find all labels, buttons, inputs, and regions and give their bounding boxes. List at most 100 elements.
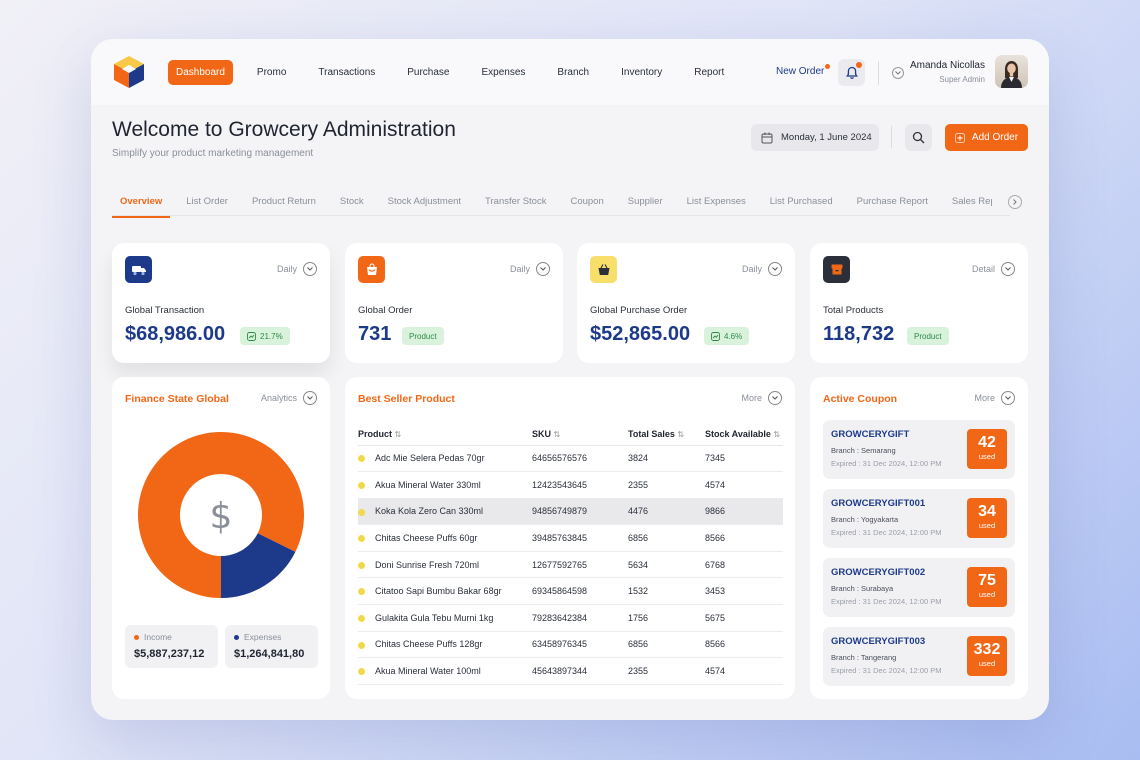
table-row[interactable]: Adc Mie Selera Pedas 70gr 64656576576 3824… [358, 445, 783, 473]
column-header-sku[interactable]: SKU ⇅ [532, 423, 628, 446]
badge-label: Product [409, 331, 437, 341]
table-row[interactable]: Citatoo Sapi Bumbu Bakar 68gr 69345864598… [358, 577, 783, 606]
notifications-button[interactable] [838, 59, 865, 86]
coupon-card[interactable]: GROWCERYGIFT003 Branch : Tangerang Expir… [823, 627, 1015, 686]
more-button[interactable]: More [741, 391, 782, 405]
nav-purchase[interactable]: Purchase [399, 60, 457, 85]
tab-overview[interactable]: Overview [112, 194, 171, 218]
nav-branch[interactable]: Branch [549, 60, 597, 85]
coupon-used-label: used [978, 452, 996, 461]
table-row[interactable]: Chitas Cheese Puffs 128gr 63458976345 6856… [358, 631, 783, 659]
table-row[interactable]: Akua Mineral Water 330ml 12423543645 2355 4… [358, 471, 783, 499]
chevron-down-icon [768, 391, 782, 405]
best-seller-table: Product ⇅ SKU ⇅ Total Sales ⇅ Stock Avai… [358, 423, 783, 685]
page-subtitle: Simplify your product marketing manageme… [112, 148, 314, 159]
tab-stock[interactable]: Stock [332, 194, 372, 216]
sort-icon: ⇅ [773, 429, 781, 439]
stat-card-global-order[interactable]: Daily Global Order 731 Product [345, 243, 563, 363]
product-dot [358, 535, 365, 543]
category-badge: Product [907, 327, 949, 345]
user-menu-toggle[interactable] [892, 67, 904, 79]
nav-report[interactable]: Report [686, 60, 732, 85]
sort-icon: ⇅ [394, 429, 402, 439]
add-order-button[interactable]: Add Order [945, 124, 1028, 151]
search-icon [912, 131, 925, 144]
product-dot [358, 482, 365, 490]
box-icon [823, 256, 850, 283]
coupon-card[interactable]: GROWCERYGIFT001 Branch : Yogyakarta Expi… [823, 489, 1015, 548]
period-selector[interactable]: Daily [510, 262, 550, 276]
plus-icon [954, 132, 965, 143]
stat-label: Global Order [358, 305, 413, 316]
coupon-code: GROWCERYGIFT003 [831, 636, 926, 647]
nav-dashboard[interactable]: Dashboard [168, 60, 233, 85]
sku-cell: 39485763845 [532, 524, 628, 552]
stat-card-global-transaction[interactable]: Daily Global Transaction $68,986.00 21.7… [112, 243, 330, 363]
tab-supplier[interactable]: Supplier [620, 194, 671, 216]
stat-card-total-products[interactable]: Detail Total Products 118,732 Product [810, 243, 1028, 363]
growcery-logo[interactable] [111, 54, 147, 90]
more-button[interactable]: More [974, 391, 1015, 405]
tab-list-order[interactable]: List Order [178, 194, 236, 216]
income-label: Income [144, 632, 172, 642]
analytics-label: Analytics [260, 393, 297, 403]
product-name: Akua Mineral Water 330ml [358, 471, 532, 499]
period-selector[interactable]: Daily [277, 262, 317, 276]
stock-cell: 4574 [705, 471, 783, 499]
add-order-label: Add Order [971, 132, 1019, 143]
sort-icon: ⇅ [553, 429, 561, 439]
table-row[interactable]: Chitas Cheese Puffs 60gr 39485763845 6856 8… [358, 524, 783, 552]
coupon-usage-badge: 34 used [967, 498, 1007, 538]
table-row[interactable]: Doni Sunrise Fresh 720ml 12677592765 5634 6… [358, 551, 783, 579]
tab-list-expenses[interactable]: List Expenses [679, 194, 754, 216]
coupon-branch: Branch : Tangerang [831, 653, 897, 662]
stock-cell: 6768 [705, 551, 783, 579]
chevron-down-icon [768, 262, 782, 276]
tab-stock-adjustment[interactable]: Stock Adjustment [380, 194, 469, 216]
tab-transfer-stock[interactable]: Transfer Stock [477, 194, 554, 216]
avatar[interactable] [995, 55, 1028, 88]
divider [878, 61, 879, 85]
sales-cell: 2355 [628, 471, 705, 499]
coupon-card[interactable]: GROWCERYGIFT002 Branch : Surabaya Expire… [823, 558, 1015, 617]
date-picker[interactable]: Monday, 1 June 2024 [751, 124, 879, 151]
table-header-row: Product ⇅ SKU ⇅ Total Sales ⇅ Stock Avai… [358, 423, 783, 446]
tabs-scroll-right-button[interactable] [1008, 195, 1022, 209]
nav-transactions[interactable]: Transactions [310, 60, 383, 85]
tab-sales-report[interactable]: Sales Rep [944, 194, 992, 216]
finance-panel: Finance State Global Analytics $ Income … [112, 377, 330, 699]
sales-cell: 6856 [628, 631, 705, 659]
nav-inventory[interactable]: Inventory [613, 60, 670, 85]
nav-promo[interactable]: Promo [249, 60, 294, 85]
tab-product-return[interactable]: Product Return [244, 194, 324, 216]
new-order-link[interactable]: New Order [776, 66, 824, 77]
analytics-selector[interactable]: Analytics [261, 391, 317, 405]
stat-label: Global Purchase Order [590, 305, 688, 316]
user-role: Super Admin [939, 75, 985, 84]
tab-coupon[interactable]: Coupon [562, 194, 611, 216]
table-row[interactable]: Gulakita Gula Tebu Murni 1kg 79283642384 1… [358, 604, 783, 632]
column-header-total-sales[interactable]: Total Sales ⇅ [628, 423, 705, 446]
table-row[interactable]: Koka Kola Zero Can 330ml 94856749879 4476 9… [358, 498, 783, 526]
column-header-product[interactable]: Product ⇅ [358, 423, 532, 446]
period-selector[interactable]: Daily [742, 262, 782, 276]
period-label: Daily [509, 264, 530, 274]
stock-cell: 7345 [705, 445, 783, 473]
more-label: More [974, 393, 995, 403]
product-name: Adc Mie Selera Pedas 70gr [358, 445, 532, 473]
coupon-card[interactable]: GROWCERYGIFT Branch : Semarang Expired :… [823, 420, 1015, 479]
sku-cell: 45643897344 [532, 657, 628, 685]
coupon-code: GROWCERYGIFT [831, 429, 910, 440]
nav-expenses[interactable]: Expenses [474, 60, 534, 85]
trend-badge: 4.6% [704, 327, 750, 345]
table-row[interactable]: Akua Mineral Water 100ml 45643897344 2355 4… [358, 657, 783, 685]
stat-card-global-purchase-order[interactable]: Daily Global Purchase Order $52,865.00 4… [577, 243, 795, 363]
search-button[interactable] [905, 124, 932, 151]
tab-purchase-report[interactable]: Purchase Report [849, 194, 936, 216]
finance-donut-chart[interactable]: $ [112, 417, 330, 617]
coupon-used-label: used [978, 521, 996, 530]
column-header-stock-available[interactable]: Stock Available ⇅ [705, 423, 783, 446]
tab-list-purchased[interactable]: List Purchased [762, 194, 841, 216]
detail-selector[interactable]: Detail [972, 262, 1015, 276]
bag-icon [358, 256, 385, 283]
